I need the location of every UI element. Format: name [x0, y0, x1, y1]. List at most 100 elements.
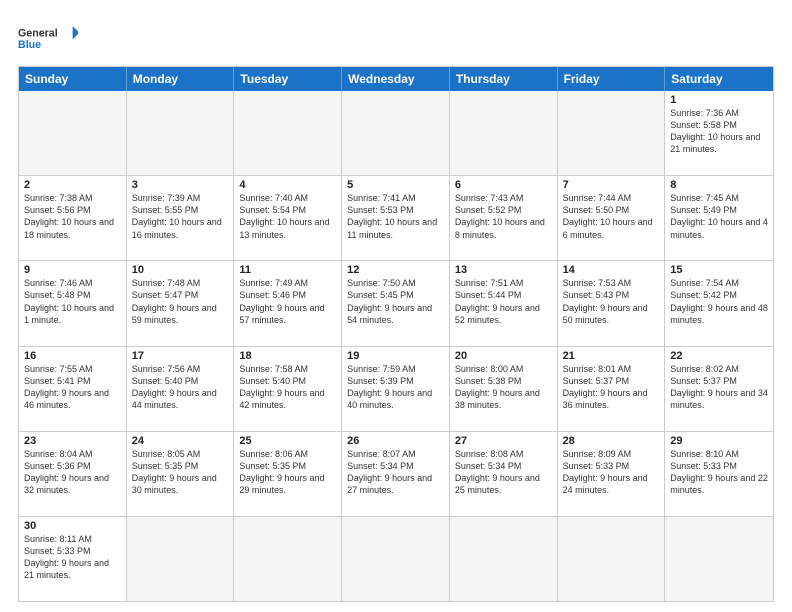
day-cell-26: 26Sunrise: 8:07 AM Sunset: 5:34 PM Dayli… [342, 432, 450, 516]
empty-cell [342, 517, 450, 601]
day-number: 11 [239, 264, 336, 276]
day-cell-8: 8Sunrise: 7:45 AM Sunset: 5:49 PM Daylig… [665, 176, 773, 260]
day-cell-24: 24Sunrise: 8:05 AM Sunset: 5:35 PM Dayli… [127, 432, 235, 516]
day-number: 8 [670, 179, 768, 191]
day-number: 4 [239, 179, 336, 191]
empty-cell [127, 91, 235, 175]
day-info: Sunrise: 7:36 AM Sunset: 5:58 PM Dayligh… [670, 107, 768, 156]
header-day-wednesday: Wednesday [342, 67, 450, 91]
empty-cell [234, 91, 342, 175]
day-info: Sunrise: 7:54 AM Sunset: 5:42 PM Dayligh… [670, 277, 768, 326]
day-cell-16: 16Sunrise: 7:55 AM Sunset: 5:41 PM Dayli… [19, 347, 127, 431]
page: General Blue SundayMondayTuesdayWednesda… [0, 0, 792, 612]
day-info: Sunrise: 8:05 AM Sunset: 5:35 PM Dayligh… [132, 448, 229, 497]
day-number: 18 [239, 350, 336, 362]
day-cell-27: 27Sunrise: 8:08 AM Sunset: 5:34 PM Dayli… [450, 432, 558, 516]
calendar-body: 1Sunrise: 7:36 AM Sunset: 5:58 PM Daylig… [19, 91, 773, 601]
day-info: Sunrise: 7:41 AM Sunset: 5:53 PM Dayligh… [347, 192, 444, 241]
header-day-friday: Friday [558, 67, 666, 91]
day-cell-12: 12Sunrise: 7:50 AM Sunset: 5:45 PM Dayli… [342, 261, 450, 345]
day-info: Sunrise: 7:56 AM Sunset: 5:40 PM Dayligh… [132, 363, 229, 412]
empty-cell [558, 517, 666, 601]
day-cell-21: 21Sunrise: 8:01 AM Sunset: 5:37 PM Dayli… [558, 347, 666, 431]
day-info: Sunrise: 8:06 AM Sunset: 5:35 PM Dayligh… [239, 448, 336, 497]
day-number: 12 [347, 264, 444, 276]
day-info: Sunrise: 8:11 AM Sunset: 5:33 PM Dayligh… [24, 533, 121, 582]
calendar-week-0: 1Sunrise: 7:36 AM Sunset: 5:58 PM Daylig… [19, 91, 773, 175]
day-number: 6 [455, 179, 552, 191]
day-cell-28: 28Sunrise: 8:09 AM Sunset: 5:33 PM Dayli… [558, 432, 666, 516]
day-info: Sunrise: 8:01 AM Sunset: 5:37 PM Dayligh… [563, 363, 660, 412]
day-cell-5: 5Sunrise: 7:41 AM Sunset: 5:53 PM Daylig… [342, 176, 450, 260]
day-cell-20: 20Sunrise: 8:00 AM Sunset: 5:38 PM Dayli… [450, 347, 558, 431]
day-number: 22 [670, 350, 768, 362]
day-cell-9: 9Sunrise: 7:46 AM Sunset: 5:48 PM Daylig… [19, 261, 127, 345]
empty-cell [234, 517, 342, 601]
day-number: 2 [24, 179, 121, 191]
calendar-week-2: 9Sunrise: 7:46 AM Sunset: 5:48 PM Daylig… [19, 260, 773, 345]
day-info: Sunrise: 7:40 AM Sunset: 5:54 PM Dayligh… [239, 192, 336, 241]
day-info: Sunrise: 7:50 AM Sunset: 5:45 PM Dayligh… [347, 277, 444, 326]
empty-cell [450, 517, 558, 601]
logo-svg: General Blue [18, 18, 78, 58]
day-number: 10 [132, 264, 229, 276]
empty-cell [558, 91, 666, 175]
day-info: Sunrise: 8:07 AM Sunset: 5:34 PM Dayligh… [347, 448, 444, 497]
day-number: 28 [563, 435, 660, 447]
day-info: Sunrise: 7:55 AM Sunset: 5:41 PM Dayligh… [24, 363, 121, 412]
day-info: Sunrise: 7:39 AM Sunset: 5:55 PM Dayligh… [132, 192, 229, 241]
day-number: 19 [347, 350, 444, 362]
day-cell-2: 2Sunrise: 7:38 AM Sunset: 5:56 PM Daylig… [19, 176, 127, 260]
day-cell-25: 25Sunrise: 8:06 AM Sunset: 5:35 PM Dayli… [234, 432, 342, 516]
day-info: Sunrise: 7:46 AM Sunset: 5:48 PM Dayligh… [24, 277, 121, 326]
calendar-week-1: 2Sunrise: 7:38 AM Sunset: 5:56 PM Daylig… [19, 175, 773, 260]
day-number: 20 [455, 350, 552, 362]
calendar-header-row: SundayMondayTuesdayWednesdayThursdayFrid… [19, 67, 773, 91]
empty-cell [665, 517, 773, 601]
calendar: SundayMondayTuesdayWednesdayThursdayFrid… [18, 66, 774, 602]
day-info: Sunrise: 7:53 AM Sunset: 5:43 PM Dayligh… [563, 277, 660, 326]
day-cell-19: 19Sunrise: 7:59 AM Sunset: 5:39 PM Dayli… [342, 347, 450, 431]
day-number: 14 [563, 264, 660, 276]
day-cell-30: 30Sunrise: 8:11 AM Sunset: 5:33 PM Dayli… [19, 517, 127, 601]
header-day-thursday: Thursday [450, 67, 558, 91]
day-info: Sunrise: 7:58 AM Sunset: 5:40 PM Dayligh… [239, 363, 336, 412]
empty-cell [450, 91, 558, 175]
day-info: Sunrise: 7:48 AM Sunset: 5:47 PM Dayligh… [132, 277, 229, 326]
day-info: Sunrise: 8:10 AM Sunset: 5:33 PM Dayligh… [670, 448, 768, 497]
day-info: Sunrise: 7:43 AM Sunset: 5:52 PM Dayligh… [455, 192, 552, 241]
day-number: 29 [670, 435, 768, 447]
day-cell-13: 13Sunrise: 7:51 AM Sunset: 5:44 PM Dayli… [450, 261, 558, 345]
day-cell-23: 23Sunrise: 8:04 AM Sunset: 5:36 PM Dayli… [19, 432, 127, 516]
svg-text:General: General [18, 28, 58, 40]
calendar-week-4: 23Sunrise: 8:04 AM Sunset: 5:36 PM Dayli… [19, 431, 773, 516]
header-day-monday: Monday [127, 67, 235, 91]
day-cell-3: 3Sunrise: 7:39 AM Sunset: 5:55 PM Daylig… [127, 176, 235, 260]
day-number: 21 [563, 350, 660, 362]
header-day-sunday: Sunday [19, 67, 127, 91]
day-info: Sunrise: 8:00 AM Sunset: 5:38 PM Dayligh… [455, 363, 552, 412]
day-info: Sunrise: 7:51 AM Sunset: 5:44 PM Dayligh… [455, 277, 552, 326]
header-day-tuesday: Tuesday [234, 67, 342, 91]
day-info: Sunrise: 7:38 AM Sunset: 5:56 PM Dayligh… [24, 192, 121, 241]
day-cell-15: 15Sunrise: 7:54 AM Sunset: 5:42 PM Dayli… [665, 261, 773, 345]
day-info: Sunrise: 7:49 AM Sunset: 5:46 PM Dayligh… [239, 277, 336, 326]
day-info: Sunrise: 7:59 AM Sunset: 5:39 PM Dayligh… [347, 363, 444, 412]
header-day-saturday: Saturday [665, 67, 773, 91]
day-info: Sunrise: 8:09 AM Sunset: 5:33 PM Dayligh… [563, 448, 660, 497]
day-info: Sunrise: 8:04 AM Sunset: 5:36 PM Dayligh… [24, 448, 121, 497]
day-cell-4: 4Sunrise: 7:40 AM Sunset: 5:54 PM Daylig… [234, 176, 342, 260]
day-number: 30 [24, 520, 121, 532]
day-number: 23 [24, 435, 121, 447]
day-cell-7: 7Sunrise: 7:44 AM Sunset: 5:50 PM Daylig… [558, 176, 666, 260]
empty-cell [19, 91, 127, 175]
empty-cell [342, 91, 450, 175]
day-cell-29: 29Sunrise: 8:10 AM Sunset: 5:33 PM Dayli… [665, 432, 773, 516]
day-cell-22: 22Sunrise: 8:02 AM Sunset: 5:37 PM Dayli… [665, 347, 773, 431]
svg-text:Blue: Blue [18, 39, 41, 51]
day-cell-10: 10Sunrise: 7:48 AM Sunset: 5:47 PM Dayli… [127, 261, 235, 345]
day-cell-6: 6Sunrise: 7:43 AM Sunset: 5:52 PM Daylig… [450, 176, 558, 260]
day-info: Sunrise: 8:08 AM Sunset: 5:34 PM Dayligh… [455, 448, 552, 497]
day-number: 7 [563, 179, 660, 191]
day-number: 13 [455, 264, 552, 276]
